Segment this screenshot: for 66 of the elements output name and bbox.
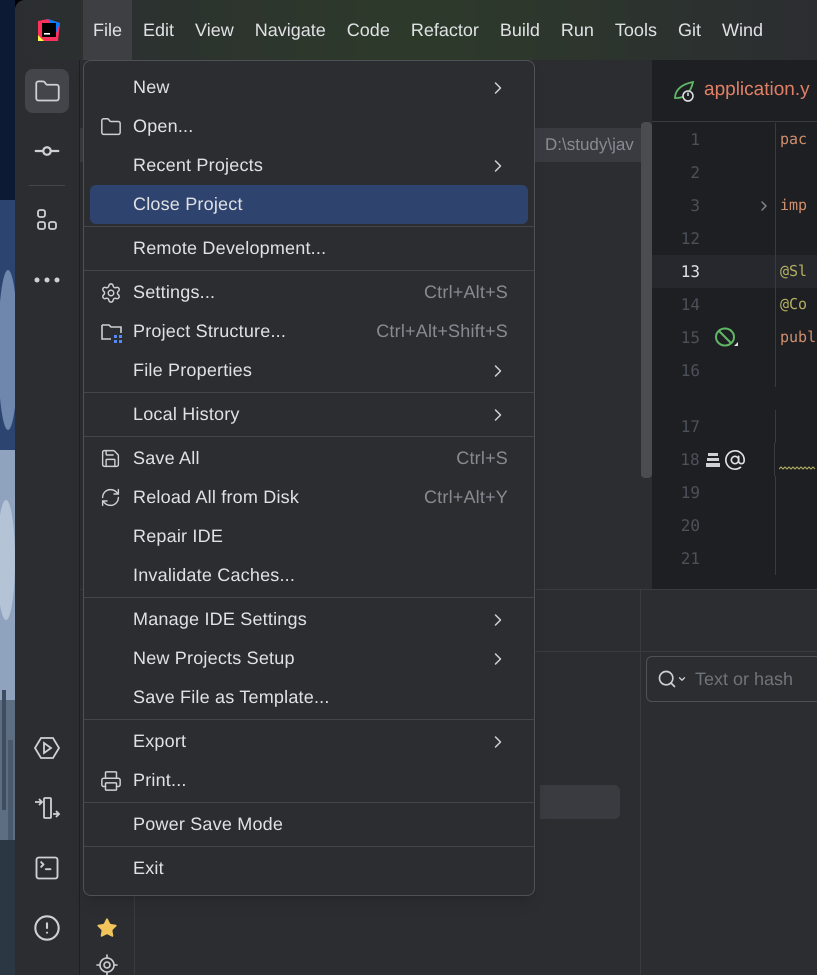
more-icon [34, 277, 60, 283]
menu-item[interactable]: Project Structure... Ctrl+Alt+Shift+S [90, 312, 528, 351]
scrollbar-thumb[interactable] [641, 122, 652, 478]
menu-bar-item[interactable]: File [83, 0, 132, 60]
search-icon [657, 669, 677, 689]
menu-bar-item[interactable]: Refactor [400, 0, 489, 60]
menu-item[interactable]: Power Save Mode [90, 805, 528, 844]
menu-item[interactable]: New Projects Setup [90, 639, 528, 678]
menu-bar-item[interactable]: Navigate [244, 0, 336, 60]
folder-icon [34, 78, 60, 104]
editor-tab[interactable]: application.y [672, 76, 810, 105]
app-logo-icon [36, 17, 62, 43]
stack-icon [704, 450, 722, 468]
menu-item[interactable]: Settings... Ctrl+Alt+S [90, 273, 528, 312]
menu-item[interactable]: Reload All from Disk Ctrl+Alt+Y [90, 478, 528, 517]
code-text: pac [780, 129, 808, 150]
crosshair-icon[interactable] [95, 953, 119, 975]
menu-bar-item[interactable]: Run [550, 0, 604, 60]
structure-icon [35, 208, 59, 232]
shortcut-label: Ctrl+Alt+S [424, 281, 508, 304]
code-text: publ [780, 327, 816, 348]
menu-item[interactable]: Export [90, 722, 528, 761]
menu-item[interactable]: Invalidate Caches... [90, 556, 528, 595]
reload-icon [100, 487, 121, 508]
shortcut-label: Ctrl+Alt+Y [424, 486, 508, 509]
save-icon [100, 448, 121, 469]
at-sign-icon [724, 448, 746, 470]
code-text: imp [780, 195, 808, 216]
code-text: @Sl [780, 261, 808, 282]
search-field[interactable]: Text or hash [646, 656, 817, 702]
menu-bar-item[interactable]: Git [668, 0, 711, 60]
tool-window-button[interactable] [25, 69, 69, 113]
project-path: D:\study\jav [545, 134, 634, 156]
menu-item[interactable]: Save File as Template... [90, 678, 528, 717]
menu-item[interactable]: Recent Projects [90, 146, 528, 185]
line-number: 13 [680, 260, 700, 282]
code-text: @Co [780, 294, 808, 316]
menu-item[interactable]: Exit [90, 849, 528, 888]
menu-bar-item[interactable]: Tools [604, 0, 667, 60]
menu-item[interactable]: Save All Ctrl+S [90, 439, 528, 478]
menu-bar-item[interactable]: Wind [712, 0, 773, 60]
menu-item[interactable]: New [90, 68, 528, 107]
menu-item[interactable]: Print... [90, 761, 528, 800]
printer-icon [100, 770, 122, 792]
run-icon [33, 734, 61, 762]
shortcut-label: Ctrl+S [456, 447, 508, 470]
pull-icon [33, 794, 61, 822]
settings-icon [100, 282, 122, 304]
menu-bar-item[interactable]: Edit [133, 0, 184, 60]
problems-icon [33, 914, 61, 942]
menu-item[interactable]: Open... [90, 107, 528, 146]
menu-bar-item[interactable]: Build [490, 0, 550, 60]
menu-item[interactable]: File Properties [90, 351, 528, 390]
menu-item[interactable]: Close Project [90, 185, 528, 224]
menu-item[interactable]: Local History [90, 395, 528, 434]
terminal-icon [33, 854, 61, 882]
menu-item[interactable]: Repair IDE [90, 517, 528, 556]
menu-bar-item[interactable]: Code [336, 0, 400, 60]
shortcut-label: Ctrl+Alt+Shift+S [376, 320, 508, 343]
star-icon[interactable] [96, 917, 118, 939]
menu-bar-item[interactable]: View [185, 0, 244, 60]
caret-icon [677, 674, 687, 684]
folder-icon [100, 116, 122, 138]
menu-item[interactable]: Manage IDE Settings [90, 600, 528, 639]
menu-item[interactable]: Remote Development... [90, 229, 528, 268]
search-input[interactable]: Text or hash [691, 666, 817, 692]
